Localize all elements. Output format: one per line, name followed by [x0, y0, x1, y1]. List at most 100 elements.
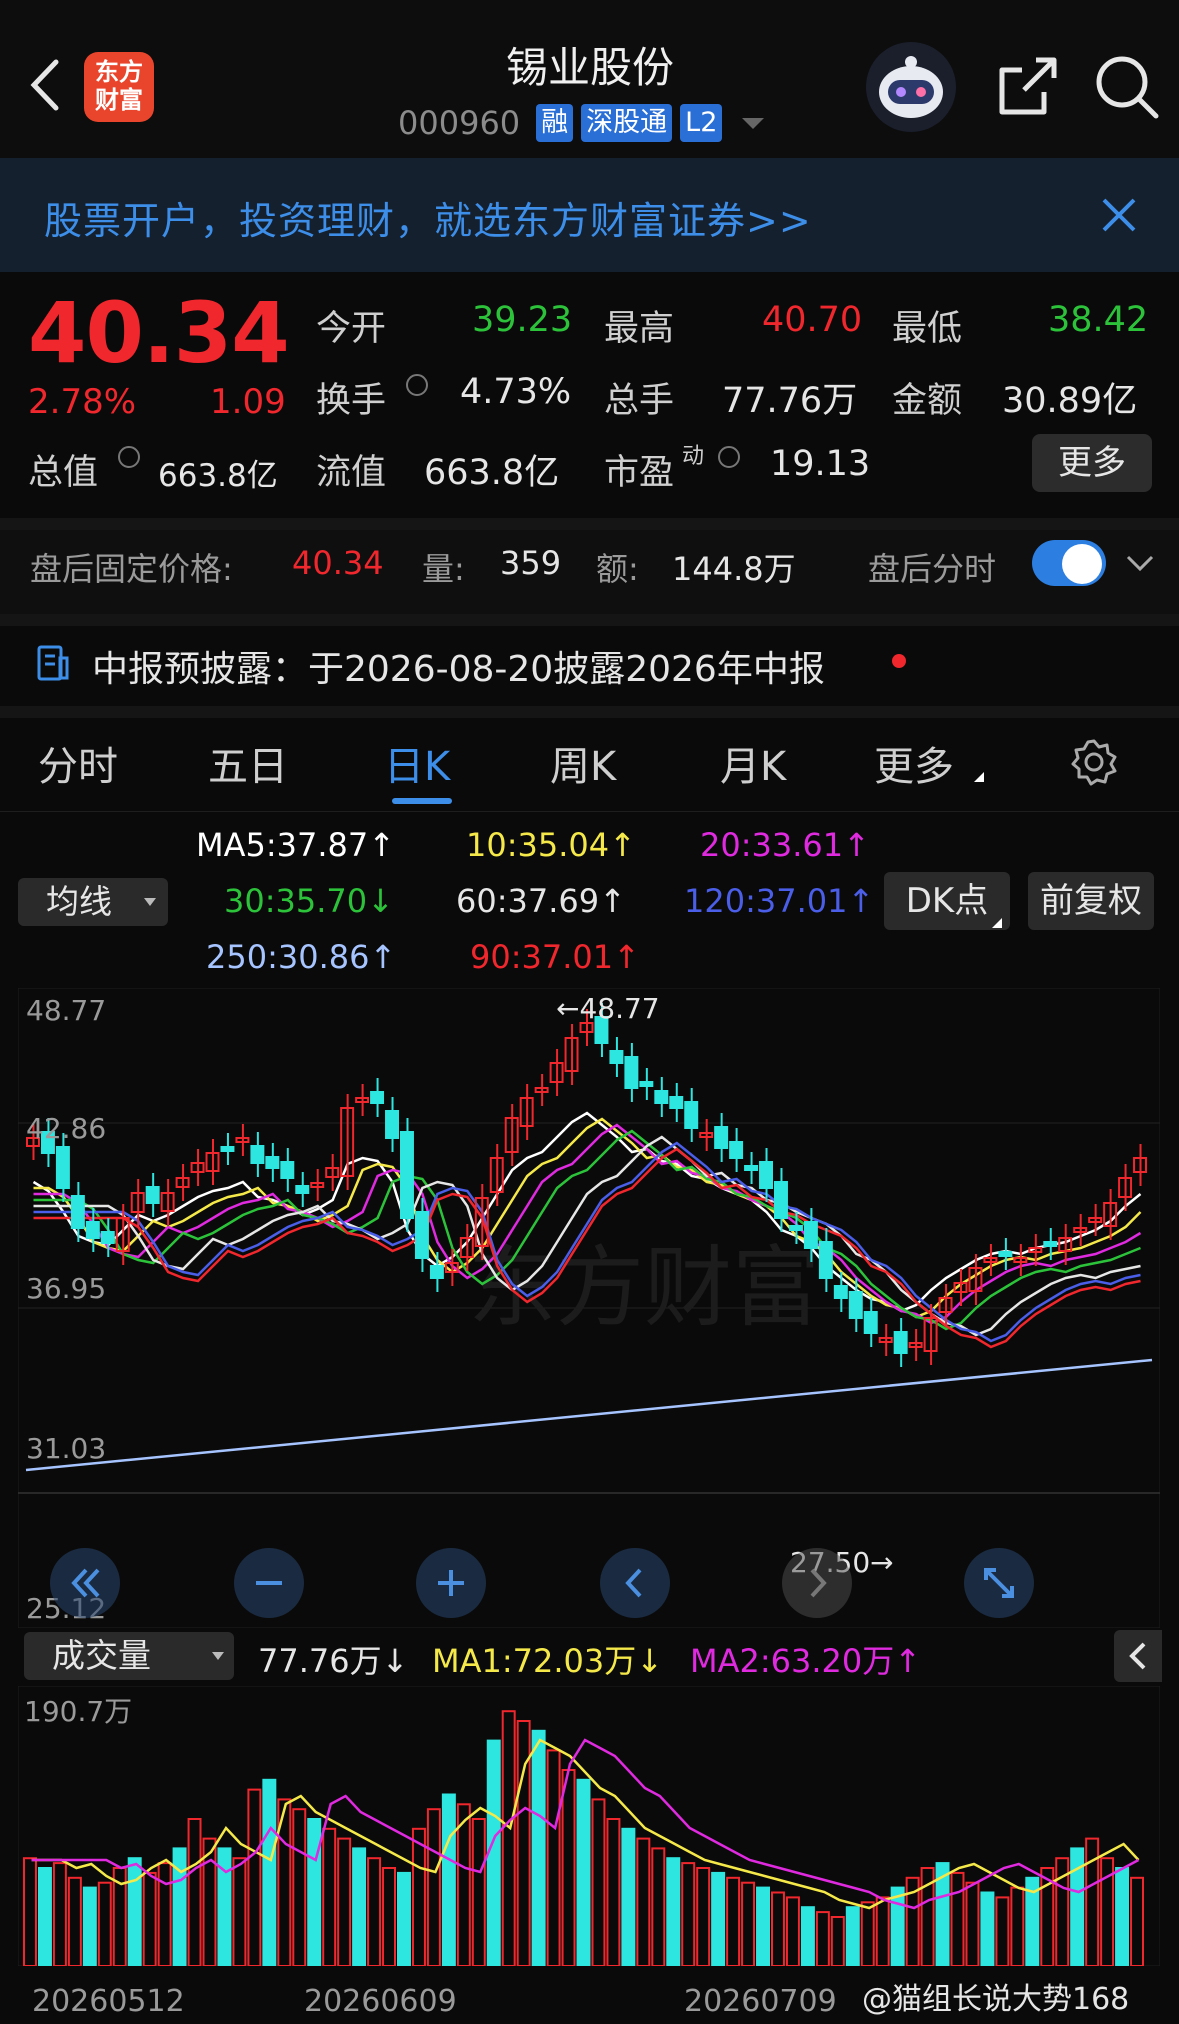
tab-more[interactable]: 更多	[874, 734, 954, 792]
volume-chart[interactable]	[18, 1686, 1160, 1966]
chevron-right-icon	[810, 1568, 827, 1598]
divider	[0, 614, 1179, 626]
candle-body	[370, 1091, 385, 1104]
candle-body	[295, 1185, 310, 1194]
change-percent: 2.78%	[28, 382, 137, 422]
divider	[0, 706, 1179, 718]
minus-icon	[256, 1581, 282, 1585]
candle-body	[863, 1311, 878, 1334]
chart-watermark: 东方财富	[468, 1238, 820, 1337]
weibo-watermark: @猫组长说大势168	[862, 1982, 1130, 2017]
candle-body	[429, 1265, 444, 1279]
y-tick: 48.77	[26, 994, 107, 1027]
volume-bar	[800, 1906, 815, 1966]
high-label: 最高	[604, 309, 675, 349]
close-icon[interactable]	[1098, 194, 1140, 236]
candle-body	[774, 1181, 788, 1219]
chevron-left-icon	[625, 1568, 642, 1598]
candle-body	[714, 1126, 729, 1149]
candle-body	[998, 1251, 1013, 1257]
double-chevron-left-icon	[71, 1568, 100, 1598]
candle-body	[818, 1241, 833, 1279]
zoom-in-button[interactable]	[416, 1548, 486, 1618]
candle-body	[893, 1331, 908, 1354]
search-icon[interactable]	[1092, 52, 1162, 122]
candle-body	[669, 1096, 684, 1109]
volume-bar	[307, 1818, 322, 1966]
candle-body	[609, 1050, 624, 1064]
chevron-down-icon[interactable]	[1124, 552, 1156, 574]
candle-body	[833, 1285, 848, 1299]
info-icon[interactable]	[118, 446, 140, 468]
after-hours-vol: 359	[500, 544, 562, 582]
tab-daily-k[interactable]: 日K	[384, 734, 450, 792]
fast-back-button[interactable]	[50, 1548, 120, 1618]
candle-body	[729, 1141, 744, 1159]
volume-bar	[397, 1871, 411, 1966]
tab-weekly-k[interactable]: 周K	[550, 734, 616, 792]
y-tick: 31.03	[26, 1432, 107, 1465]
amount-value: 30.89亿	[1002, 381, 1138, 421]
back-arrow-icon[interactable]	[28, 58, 62, 112]
ma5-legend: MA5:37.87↑	[196, 826, 396, 864]
volume-bar	[531, 1729, 546, 1966]
stock-name: 锡业股份	[505, 43, 674, 92]
candle-body	[788, 1225, 803, 1231]
x-date: 20260709	[684, 1984, 837, 2019]
candle-body	[639, 1081, 654, 1087]
info-icon[interactable]	[718, 446, 740, 468]
pe-superscript: 动	[682, 444, 705, 469]
scroll-left-button[interactable]	[600, 1548, 670, 1618]
float-label: 流值	[316, 453, 387, 493]
low-label: 最低	[892, 309, 963, 349]
after-hours-price: 40.34	[292, 544, 384, 582]
ma30-legend: 30:35.70↓	[224, 882, 394, 920]
collapse-panel-button[interactable]	[1114, 1630, 1162, 1682]
fullscreen-button[interactable]	[964, 1548, 1034, 1618]
candle-body	[70, 1195, 85, 1229]
candle-body	[848, 1291, 863, 1319]
candle-body	[759, 1161, 773, 1189]
candle-body	[1043, 1241, 1058, 1247]
volume-bar	[262, 1778, 277, 1966]
volume-indicator-label: 成交量	[52, 1636, 151, 1675]
volume-ma1: MA1:72.03万↓	[432, 1642, 664, 1680]
candle-body	[400, 1131, 414, 1219]
mktcap-label: 总值	[28, 453, 99, 493]
zoom-out-button[interactable]	[234, 1548, 304, 1618]
candle-body	[85, 1221, 100, 1239]
share-icon[interactable]	[992, 52, 1062, 122]
assistant-robot-icon[interactable]	[866, 42, 956, 132]
candlestick-chart[interactable]: 东方财富	[18, 988, 1160, 1628]
unread-dot	[892, 654, 906, 668]
report-notice-text[interactable]: 中报预披露：于2026-08-20披露2026年中报	[92, 640, 825, 692]
scroll-right-button[interactable]	[782, 1548, 852, 1618]
more-button[interactable]: 更多	[1032, 434, 1152, 492]
amount-label: 金额	[892, 381, 963, 421]
volume-bar	[576, 1778, 591, 1966]
after-hours-vol-label: 量:	[422, 550, 465, 588]
chevron-down-icon	[742, 117, 765, 129]
settings-gear-icon[interactable]	[1070, 738, 1118, 786]
stock-code-row[interactable]: 000960 融 深股通 L2	[398, 100, 765, 146]
tab-five-day[interactable]: 五日	[208, 734, 288, 792]
ma60-legend: 60:37.69↑	[456, 882, 626, 920]
candle-body	[385, 1110, 400, 1139]
l2-tag: L2	[680, 104, 723, 142]
volume-bar	[621, 1827, 636, 1966]
after-hours-label: 盘后固定价格:	[30, 550, 233, 588]
info-icon[interactable]	[406, 374, 428, 396]
volume-ma2: MA2:63.20万↑	[690, 1642, 922, 1680]
dropdown-arrow-icon	[212, 1652, 224, 1660]
after-hours-amt-label: 额:	[596, 550, 639, 588]
margin-tag: 融	[536, 104, 574, 142]
promo-banner-text[interactable]: 股票开户，投资理财，就选东方财富证券>>	[44, 190, 812, 245]
tab-monthly-k[interactable]: 月K	[720, 734, 786, 792]
candle-body	[250, 1145, 265, 1164]
app-logo: 东方财富	[84, 52, 154, 122]
volume-indicator-select[interactable]: 成交量	[24, 1632, 234, 1680]
forward-adjust-button[interactable]: 前复权	[1028, 872, 1154, 930]
tab-intraday[interactable]: 分时	[38, 734, 118, 792]
volume-bar	[711, 1871, 726, 1966]
volume-bar	[37, 1867, 52, 1966]
